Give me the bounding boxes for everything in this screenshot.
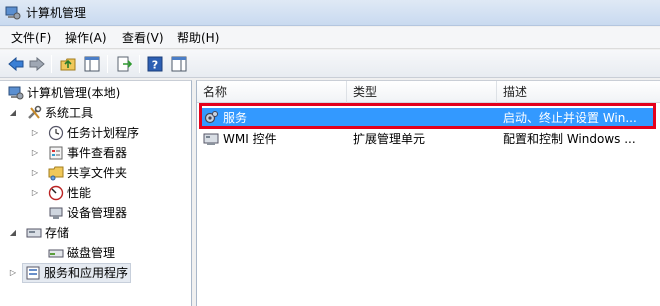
list-row-services[interactable]: 服务 启动、终止并设置 Win... (201, 108, 653, 128)
tree-item-system-tools[interactable]: ◢ 系统工具 (8, 103, 97, 123)
tree-item-label: 性能 (67, 186, 92, 200)
forward-icon (29, 57, 45, 71)
tree-item-storage[interactable]: ◢ 存储 (8, 223, 73, 243)
list-header: 名称 类型 描述 (197, 81, 660, 103)
show-hide-tree-button[interactable] (82, 54, 102, 74)
show-hide-action-pane-icon (171, 56, 187, 72)
tree-item-label: 共享文件夹 (67, 166, 128, 180)
up-level-button[interactable] (58, 54, 78, 74)
tree-item-label: 任务计划程序 (67, 126, 140, 140)
export-list-button[interactable] (114, 54, 134, 74)
tree-item-label: 系统工具 (45, 106, 94, 120)
svg-text:?: ? (152, 59, 158, 72)
menu-file[interactable]: 文件(F) (11, 31, 51, 46)
performance-icon (48, 185, 64, 201)
storage-icon (26, 228, 42, 238)
column-header-name[interactable]: 名称 (197, 81, 347, 103)
collapse-arrow-icon[interactable]: ◢ (8, 228, 18, 238)
computer-management-icon (8, 86, 24, 100)
back-icon (8, 57, 24, 71)
computer-management-icon (5, 6, 21, 20)
tree-item-task-scheduler[interactable]: ▷ 任务计划程序 (30, 123, 143, 143)
window-title: 计算机管理 (26, 6, 87, 20)
menu-action[interactable]: 操作(A) (65, 31, 107, 46)
event-viewer-icon (49, 146, 63, 160)
tree-item-performance[interactable]: ▷ 性能 (30, 183, 95, 203)
list-cell-name: WMI 控件 (223, 132, 277, 146)
tree-item-label: 设备管理器 (67, 206, 128, 220)
title-bar: 计算机管理 (0, 0, 660, 26)
tree-item-label: 事件查看器 (67, 146, 128, 160)
tree-item-services-and-applications[interactable]: ▷ 服务和应用程序 (8, 263, 132, 283)
menu-view[interactable]: 查看(V) (122, 31, 164, 46)
show-hide-action-pane-button[interactable] (169, 54, 189, 74)
tree-item-label: 计算机管理(本地) (27, 86, 121, 100)
list-row-wmi-control[interactable]: WMI 控件 扩展管理单元 配置和控制 Windows ... (201, 129, 653, 149)
menu-help[interactable]: 帮助(H) (177, 31, 219, 46)
toolbar: ? (0, 50, 660, 78)
device-manager-icon (49, 207, 63, 219)
tools-icon (28, 105, 42, 119)
menu-bar: 文件(F) 操作(A) 查看(V) 帮助(H) (0, 27, 660, 49)
disk-icon (48, 249, 64, 258)
list-cell-type: 扩展管理单元 (353, 132, 426, 146)
tree-item-disk-management[interactable]: 磁盘管理 (44, 243, 119, 263)
export-list-icon (117, 56, 132, 72)
tree-item-device-manager[interactable]: 设备管理器 (44, 203, 131, 223)
help-button[interactable]: ? (145, 54, 165, 74)
up-folder-icon (60, 58, 76, 71)
shared-folder-icon (48, 166, 64, 181)
services-gear-icon (204, 111, 218, 124)
list-cell-description: 启动、终止并设置 Win... (503, 111, 637, 125)
expand-arrow-icon[interactable]: ▷ (30, 128, 40, 138)
collapse-arrow-icon[interactable]: ◢ (8, 108, 18, 118)
results-list[interactable]: 名称 类型 描述 服务 启动、终止并设置 Win... WMI 控件 扩展管理单… (196, 80, 660, 306)
help-icon: ? (147, 56, 163, 72)
show-hide-tree-icon (84, 56, 100, 72)
column-header-description[interactable]: 描述 (497, 81, 660, 103)
tree-item-root[interactable]: 计算机管理(本地) (4, 83, 124, 103)
column-header-type[interactable]: 类型 (347, 81, 497, 103)
expand-arrow-icon[interactable]: ▷ (30, 188, 40, 198)
wmi-control-icon (203, 133, 219, 145)
tree-item-label: 服务和应用程序 (44, 266, 129, 280)
console-tree[interactable]: 计算机管理(本地) ◢ 系统工具 ▷ 任务计划程序 ▷ 事件查看器 ▷ 共享文件… (0, 80, 192, 306)
list-cell-name: 服务 (223, 111, 248, 125)
expand-arrow-icon[interactable]: ▷ (8, 268, 18, 278)
list-cell-description: 配置和控制 Windows ... (503, 132, 636, 146)
clock-icon (48, 125, 64, 141)
services-applications-icon (26, 266, 40, 280)
expand-arrow-icon[interactable]: ▷ (30, 148, 40, 158)
tree-item-event-viewer[interactable]: ▷ 事件查看器 (30, 143, 131, 163)
forward-button[interactable] (27, 54, 47, 74)
expand-arrow-icon[interactable]: ▷ (30, 168, 40, 178)
tree-item-label: 磁盘管理 (67, 246, 116, 260)
back-button[interactable] (6, 54, 26, 74)
tree-item-label: 存储 (45, 226, 70, 240)
tree-item-shared-folders[interactable]: ▷ 共享文件夹 (30, 163, 131, 183)
